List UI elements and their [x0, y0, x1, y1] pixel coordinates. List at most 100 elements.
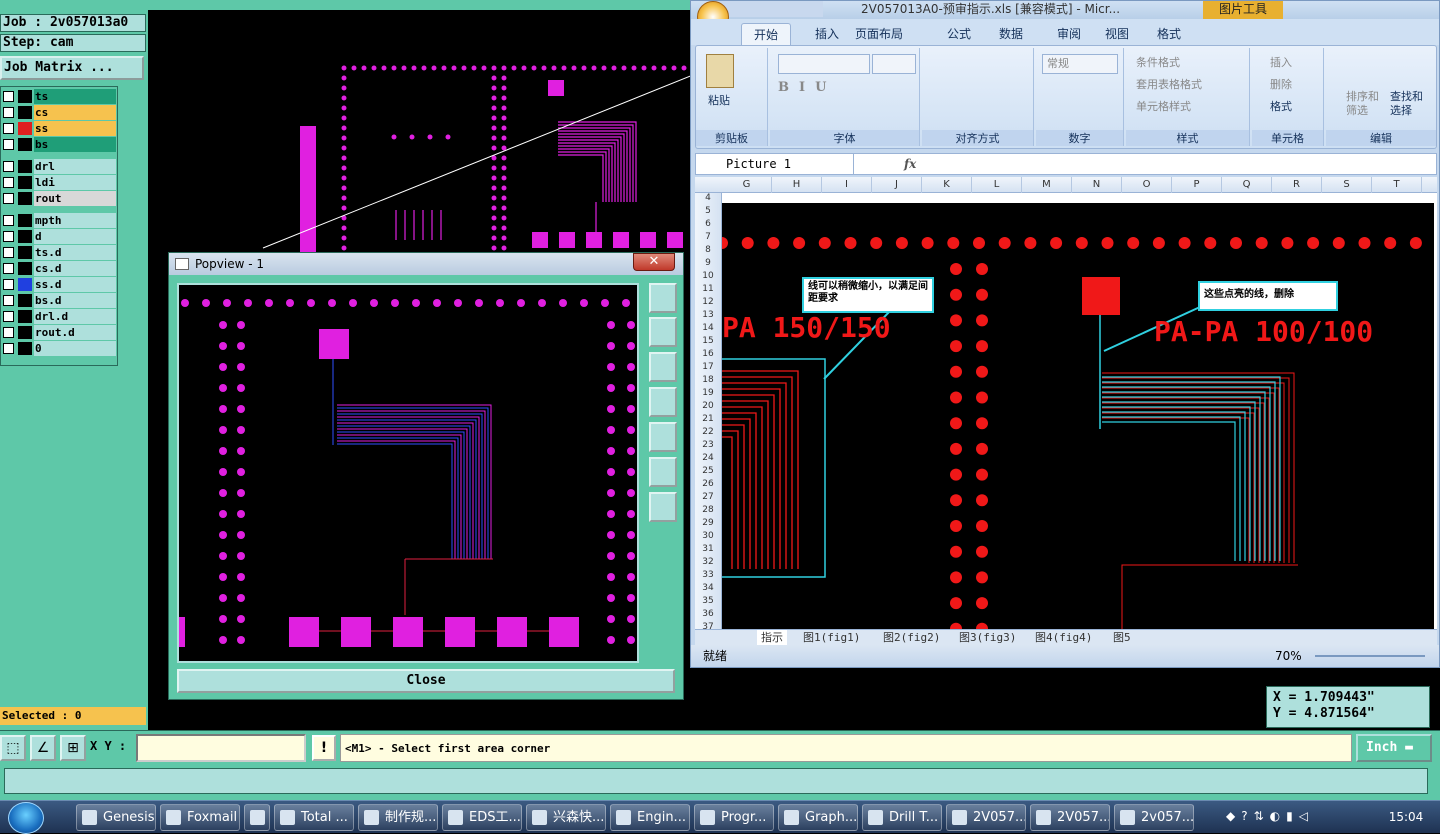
row-header[interactable]: 27 [695, 492, 721, 503]
layer-name[interactable]: cs.d [34, 261, 116, 276]
pan-left-icon[interactable] [649, 387, 677, 417]
layer-checkbox[interactable] [3, 343, 14, 354]
column-header[interactable]: I [822, 177, 872, 193]
worksheet[interactable]: PA 150/150 PA-PA 100/100 线可以稍微缩小，以满足间距要求… [716, 193, 1437, 635]
font-size-dropdown[interactable] [872, 54, 916, 74]
grid-icon[interactable]: ⊞ [60, 735, 86, 761]
taskbar-item[interactable]: EDS工... [442, 804, 522, 831]
row-header[interactable]: 25 [695, 466, 721, 477]
layer-row[interactable]: cs [1, 105, 117, 120]
layer-row[interactable]: cs.d [1, 261, 117, 276]
row-header[interactable]: 9 [695, 258, 721, 269]
sheet-tab[interactable]: 图1(fig1) [803, 630, 860, 646]
layer-row[interactable]: ldi [1, 175, 117, 190]
job-matrix-button[interactable]: Job Matrix ... [0, 56, 144, 80]
layer-name[interactable]: rout.d [34, 325, 116, 340]
alert-icon[interactable]: ! [312, 735, 336, 761]
layer-checkbox[interactable] [3, 91, 14, 102]
zoom-fit-icon[interactable] [649, 283, 677, 313]
row-header[interactable]: 34 [695, 583, 721, 594]
layer-checkbox[interactable] [3, 295, 14, 306]
zoom-in-icon[interactable] [649, 457, 677, 487]
layer-checkbox[interactable] [3, 247, 14, 258]
row-header[interactable]: 6 [695, 219, 721, 230]
row-header[interactable]: 26 [695, 479, 721, 490]
cell-style-button[interactable]: 单元格样式 [1136, 98, 1191, 114]
column-header[interactable]: N [1072, 177, 1122, 193]
row-header[interactable]: 30 [695, 531, 721, 542]
row-header[interactable]: 11 [695, 284, 721, 295]
sort-filter-button[interactable]: 排序和筛选 [1346, 90, 1386, 118]
number-format-dropdown[interactable]: 常规 [1042, 54, 1118, 74]
paste-icon[interactable] [706, 54, 734, 88]
unit-selector[interactable]: Inch ▬ [1356, 734, 1432, 762]
popview-close-x-button[interactable]: ✕ [633, 253, 675, 271]
row-header[interactable]: 29 [695, 518, 721, 529]
zoom-out-icon[interactable] [649, 492, 677, 522]
row-header[interactable]: 8 [695, 245, 721, 256]
sheet-tab[interactable]: 指示 [757, 630, 787, 646]
layer-name[interactable]: ss [34, 121, 116, 136]
layer-row[interactable]: ss.d [1, 277, 117, 292]
ribbon-tab[interactable]: 公式 [935, 23, 983, 45]
font-style-buttons[interactable]: BIU [778, 80, 914, 102]
row-header[interactable]: 10 [695, 271, 721, 282]
ribbon-tab[interactable]: 视图 [1093, 23, 1141, 45]
taskbar-item[interactable]: 兴森快... [526, 804, 606, 831]
measure-icon[interactable]: ∠ [30, 735, 56, 761]
layer-checkbox[interactable] [3, 161, 14, 172]
layer-row[interactable]: drl [1, 159, 117, 174]
sheet-tab[interactable]: 图3(fig3) [959, 630, 1016, 646]
column-header[interactable]: M [1022, 177, 1072, 193]
ribbon-tab[interactable]: 审阅 [1045, 23, 1093, 45]
layer-checkbox[interactable] [3, 327, 14, 338]
row-header[interactable]: 24 [695, 453, 721, 464]
insert-cells-button[interactable]: 插入 [1270, 54, 1292, 70]
layer-checkbox[interactable] [3, 123, 14, 134]
column-header[interactable]: L [972, 177, 1022, 193]
layer-checkbox[interactable] [3, 263, 14, 274]
zoom-level[interactable]: 70% [1275, 645, 1302, 667]
ribbon-tab[interactable]: 插入 [803, 23, 851, 45]
row-header[interactable]: 22 [695, 427, 721, 438]
taskbar-item[interactable]: Foxmail [160, 804, 240, 831]
font-name-dropdown[interactable] [778, 54, 870, 74]
layer-row[interactable]: ss [1, 121, 117, 136]
column-header[interactable]: H [772, 177, 822, 193]
layer-checkbox[interactable] [3, 215, 14, 226]
row-header[interactable]: 21 [695, 414, 721, 425]
taskbar-item[interactable]: Progr... [694, 804, 774, 831]
formula-input[interactable] [932, 154, 1436, 174]
pan-down-icon[interactable] [649, 352, 677, 382]
row-header[interactable]: 28 [695, 505, 721, 516]
row-header[interactable]: 31 [695, 544, 721, 555]
row-header[interactable]: 5 [695, 206, 721, 217]
layer-row[interactable]: rout.d [1, 325, 117, 340]
row-header[interactable]: 32 [695, 557, 721, 568]
pan-right-icon[interactable] [649, 422, 677, 452]
name-box[interactable]: Picture 1 [696, 154, 854, 174]
layer-checkbox[interactable] [3, 139, 14, 150]
layer-row[interactable]: 0 [1, 341, 117, 356]
layer-name[interactable]: cs [34, 105, 116, 120]
layer-name[interactable]: drl [34, 159, 116, 174]
layer-name[interactable]: d [34, 229, 116, 244]
taskbar-item[interactable]: Graph... [778, 804, 858, 831]
row-header[interactable]: 4 [695, 193, 721, 204]
row-header[interactable]: 20 [695, 401, 721, 412]
fx-icon[interactable]: fx [904, 155, 928, 173]
layer-row[interactable]: rout [1, 191, 117, 206]
layer-checkbox[interactable] [3, 177, 14, 188]
column-header[interactable]: R [1272, 177, 1322, 193]
row-header[interactable]: 23 [695, 440, 721, 451]
layer-name[interactable]: ldi [34, 175, 116, 190]
column-header[interactable]: O [1122, 177, 1172, 193]
row-header[interactable]: 15 [695, 336, 721, 347]
row-header[interactable]: 16 [695, 349, 721, 360]
column-header[interactable]: J [872, 177, 922, 193]
system-tray[interactable]: ◆?⇅◐▮◁ [1226, 809, 1366, 827]
select-mode-icon[interactable]: ⬚ [0, 735, 26, 761]
ribbon-tab[interactable]: 页面布局 [855, 23, 903, 45]
row-header[interactable]: 7 [695, 232, 721, 243]
taskbar-item[interactable]: 2V057... [1030, 804, 1110, 831]
